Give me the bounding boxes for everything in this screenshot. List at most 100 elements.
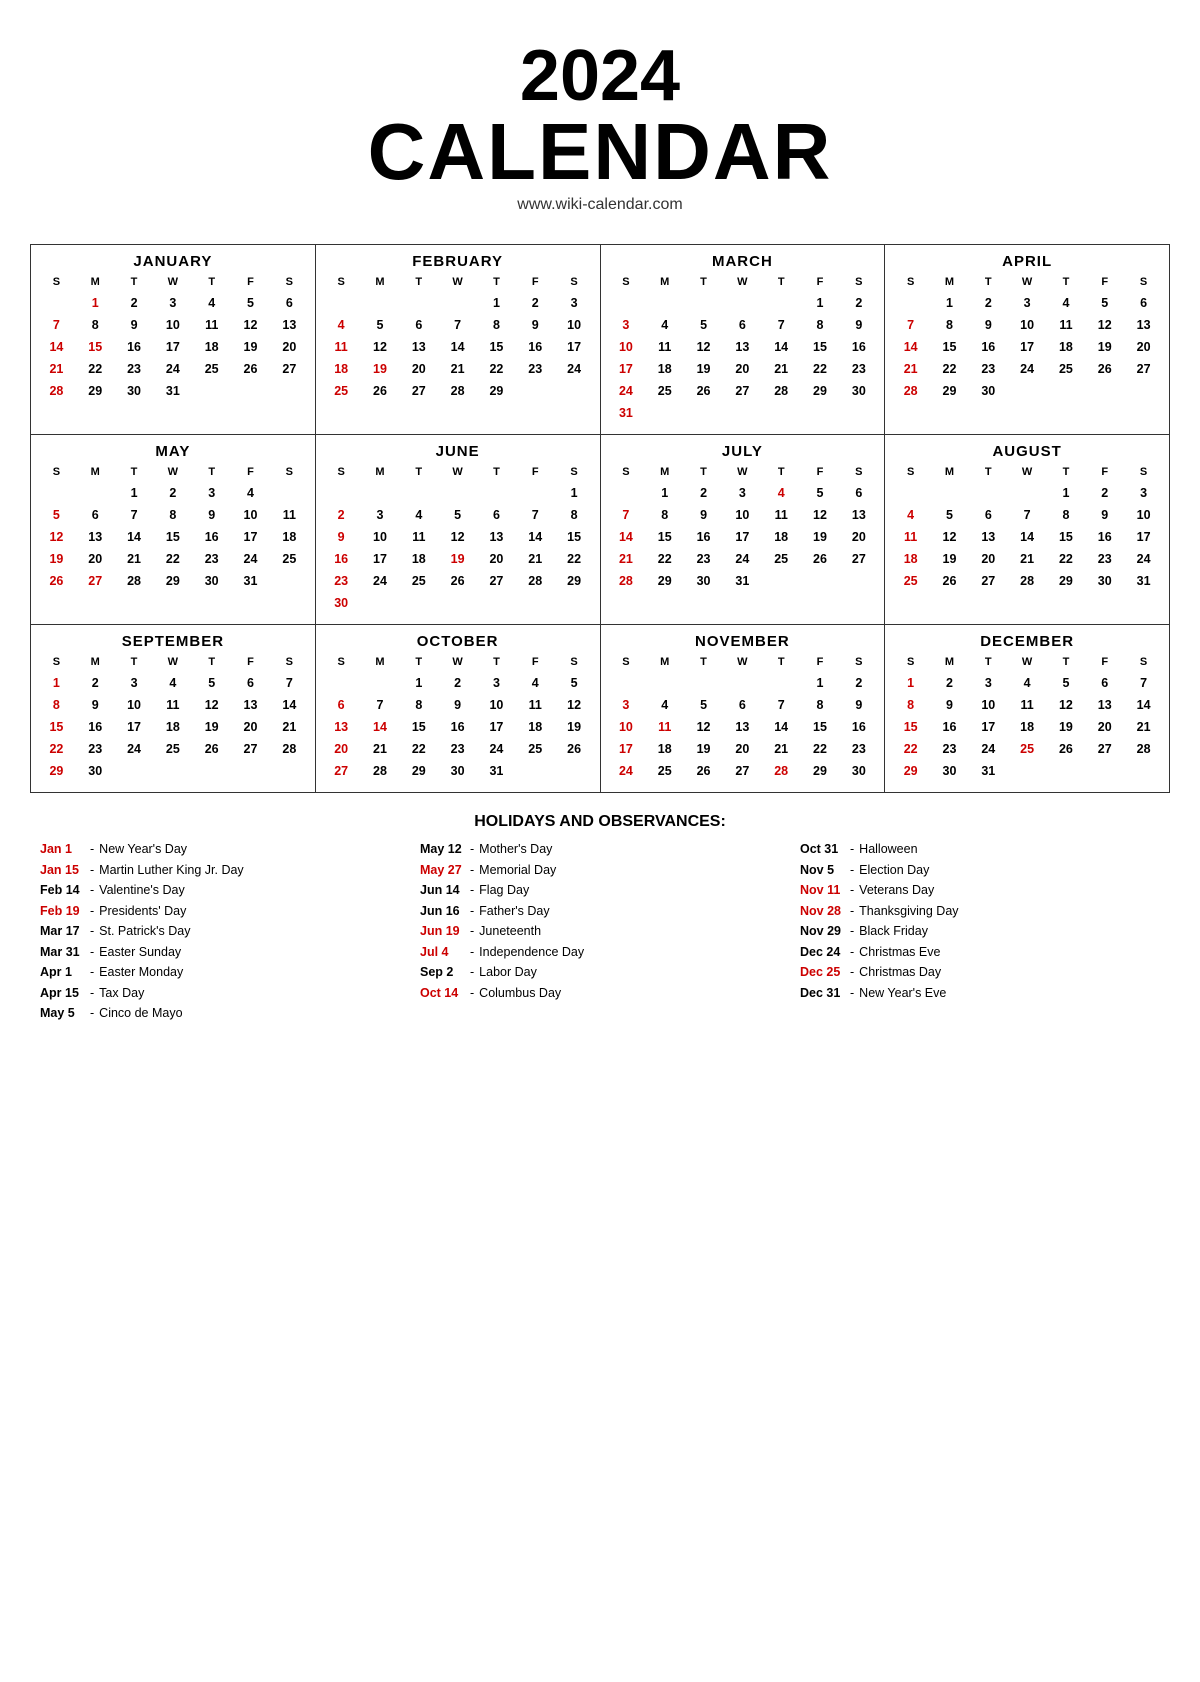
day-cell: 11 xyxy=(645,336,684,358)
month-june: JUNESMTWTFS12345678910111213141516171819… xyxy=(316,435,601,625)
month-march: MARCHSMTWTFS1234567891011121314151617181… xyxy=(601,245,886,435)
day-cell: 23 xyxy=(516,358,555,380)
day-cell: 28 xyxy=(607,570,646,592)
holiday-date: May 12 xyxy=(420,841,465,859)
day-cell xyxy=(839,570,878,592)
day-header: T xyxy=(684,654,723,670)
day-cell xyxy=(516,482,555,504)
day-cell: 19 xyxy=(231,336,270,358)
day-cell xyxy=(516,592,555,614)
day-cell: 19 xyxy=(37,548,76,570)
day-cell: 26 xyxy=(361,380,400,402)
holiday-date: Jan 1 xyxy=(40,841,85,859)
day-cell: 6 xyxy=(1124,292,1163,314)
day-cell: 24 xyxy=(115,738,154,760)
day-cell: 6 xyxy=(399,314,438,336)
holiday-item: Apr 15-Tax Day xyxy=(40,985,400,1003)
holiday-name: Thanksgiving Day xyxy=(859,903,958,921)
day-header: W xyxy=(723,274,762,290)
holiday-item: May 5-Cinco de Mayo xyxy=(40,1005,400,1023)
month-april: APRILSMTWTFS1234567891011121314151617181… xyxy=(885,245,1170,435)
holiday-date: Feb 19 xyxy=(40,903,85,921)
day-cell xyxy=(684,292,723,314)
holiday-dash: - xyxy=(470,841,474,859)
day-cell: 14 xyxy=(762,336,801,358)
day-cell: 5 xyxy=(1085,292,1124,314)
day-cell: 22 xyxy=(555,548,594,570)
day-cell: 6 xyxy=(723,314,762,336)
day-cell: 19 xyxy=(684,738,723,760)
day-cell: 11 xyxy=(1047,314,1086,336)
day-header: F xyxy=(1085,464,1124,480)
day-cell: 9 xyxy=(839,314,878,336)
day-cell: 4 xyxy=(762,482,801,504)
day-cell: 20 xyxy=(477,548,516,570)
day-cell: 1 xyxy=(477,292,516,314)
holiday-name: Easter Sunday xyxy=(99,944,181,962)
day-cell: 29 xyxy=(399,760,438,782)
day-cell: 28 xyxy=(762,380,801,402)
day-cell: 16 xyxy=(438,716,477,738)
day-cell xyxy=(839,402,878,424)
day-cell xyxy=(684,402,723,424)
month-december: DECEMBERSMTWTFS1234567891011121314151617… xyxy=(885,625,1170,793)
day-cell: 22 xyxy=(801,358,840,380)
day-cell: 20 xyxy=(969,548,1008,570)
day-cell: 13 xyxy=(76,526,115,548)
day-header: W xyxy=(438,274,477,290)
holiday-dash: - xyxy=(850,985,854,1003)
day-cell: 29 xyxy=(891,760,930,782)
day-cell: 19 xyxy=(801,526,840,548)
day-cell: 13 xyxy=(477,526,516,548)
day-cell: 25 xyxy=(192,358,231,380)
day-cell xyxy=(1085,760,1124,782)
day-header: T xyxy=(477,274,516,290)
holiday-name: Cinco de Mayo xyxy=(99,1005,182,1023)
day-cell: 12 xyxy=(231,314,270,336)
year-title: 2024 xyxy=(30,40,1170,112)
day-cell xyxy=(762,672,801,694)
day-cell: 4 xyxy=(645,694,684,716)
day-cell: 8 xyxy=(1047,504,1086,526)
day-cell xyxy=(270,570,309,592)
day-cell: 3 xyxy=(969,672,1008,694)
day-cell: 17 xyxy=(153,336,192,358)
holiday-date: May 5 xyxy=(40,1005,85,1023)
day-cell: 16 xyxy=(1085,526,1124,548)
day-cell: 26 xyxy=(684,380,723,402)
day-header: S xyxy=(1124,274,1163,290)
day-cell xyxy=(555,760,594,782)
day-cell: 13 xyxy=(231,694,270,716)
day-cell: 22 xyxy=(37,738,76,760)
day-cell xyxy=(477,592,516,614)
holiday-dash: - xyxy=(850,944,854,962)
holiday-dash: - xyxy=(850,862,854,880)
day-cell: 4 xyxy=(192,292,231,314)
day-header: F xyxy=(231,274,270,290)
holiday-dash: - xyxy=(470,944,474,962)
day-header: S xyxy=(322,654,361,670)
day-cell xyxy=(477,482,516,504)
day-cell: 3 xyxy=(1008,292,1047,314)
holiday-dash: - xyxy=(90,1005,94,1023)
day-cell xyxy=(37,292,76,314)
day-cell xyxy=(153,760,192,782)
day-cell: 20 xyxy=(723,738,762,760)
day-cell: 5 xyxy=(361,314,400,336)
day-cell: 13 xyxy=(1085,694,1124,716)
day-cell: 10 xyxy=(607,336,646,358)
day-cell: 11 xyxy=(516,694,555,716)
holiday-dash: - xyxy=(90,862,94,880)
holiday-column-1: Jan 1-New Year's DayJan 15-Martin Luther… xyxy=(40,841,400,1026)
day-cell: 2 xyxy=(516,292,555,314)
day-cell: 28 xyxy=(361,760,400,782)
day-cell: 15 xyxy=(891,716,930,738)
day-cell: 17 xyxy=(723,526,762,548)
holiday-dash: - xyxy=(850,882,854,900)
day-cell xyxy=(891,482,930,504)
day-cell xyxy=(270,482,309,504)
day-cell: 13 xyxy=(399,336,438,358)
day-cell: 16 xyxy=(839,336,878,358)
holiday-date: May 27 xyxy=(420,862,465,880)
day-header: S xyxy=(555,464,594,480)
